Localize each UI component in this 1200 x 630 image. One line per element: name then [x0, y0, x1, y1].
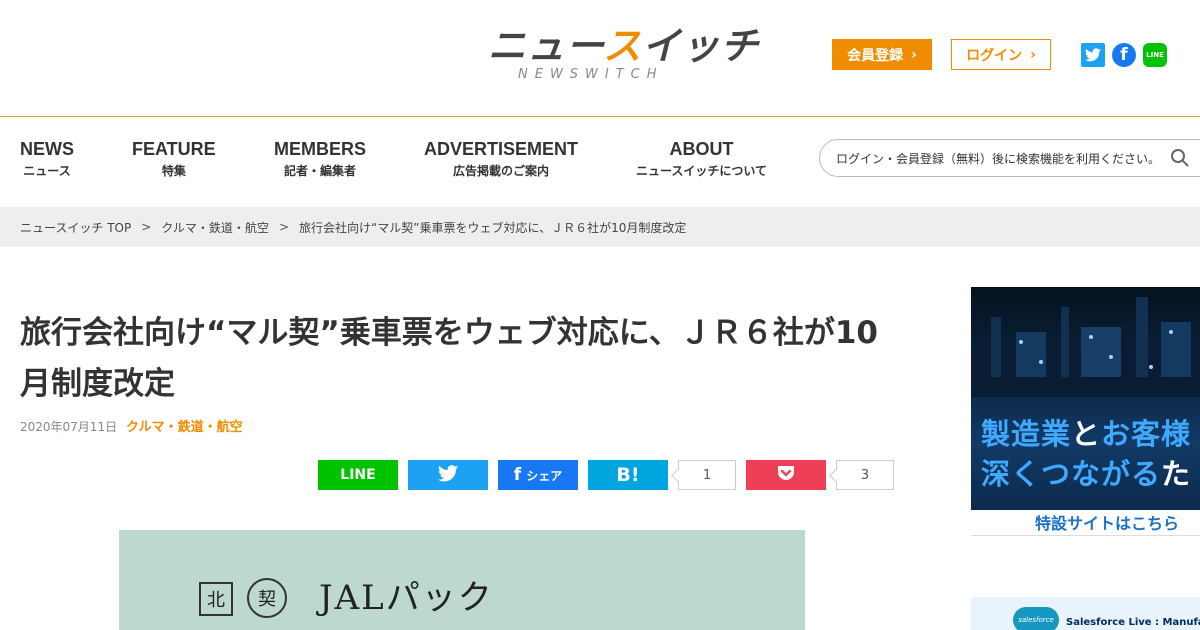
share-twitter-button[interactable] — [408, 460, 488, 490]
ad2-text: Salesforce Live : Manufact — [1066, 617, 1200, 628]
logo-subtext: NEWSWITCH — [518, 67, 664, 82]
breadcrumb-separator: > — [278, 220, 290, 234]
nav-item-about[interactable]: ABOUT ニュースイッチについて — [636, 138, 767, 179]
breadcrumb-item-category[interactable]: クルマ・鉄道・航空 — [161, 219, 269, 236]
ticket-stamp-north: 北 — [199, 582, 233, 616]
search-icon[interactable] — [1170, 148, 1190, 168]
breadcrumb-item-current: 旅行会社向け“マル契”乗車票をウェブ対応に、ＪＲ６社が10月制度改定 — [299, 220, 687, 235]
pocket-count: 3 — [836, 460, 894, 490]
twitter-icon[interactable] — [1081, 43, 1105, 67]
register-button[interactable]: 会員登録 › — [832, 39, 932, 70]
breadcrumb: ニュースイッチ TOP > クルマ・鉄道・航空 > 旅行会社向け“マル契”乗車票… — [0, 207, 1200, 247]
hatena-count: 1 — [678, 460, 736, 490]
article-photo: 北 契 JALパック — [119, 530, 805, 630]
factory-skyline-image — [971, 297, 1200, 397]
site-logo[interactable]: ニュースイッチ NEWSWITCH — [488, 24, 760, 84]
twitter-icon — [438, 464, 458, 486]
ticket-text: JALパック — [319, 578, 494, 618]
share-pocket-button[interactable] — [746, 460, 826, 490]
chevron-right-icon: › — [1030, 46, 1036, 63]
salesforce-logo: salesforce — [1013, 607, 1059, 630]
sidebar-ad-banner[interactable]: 製造業とお客様 深くつながるた — [971, 287, 1200, 510]
article-date: 2020年07月11日 — [20, 420, 118, 434]
ad-caption-link[interactable]: 特設サイトはこちら — [971, 510, 1200, 536]
article-category-link[interactable]: クルマ・鉄道・航空 — [126, 416, 243, 435]
search-input[interactable]: ログイン・会員登録（無料）後に検索機能を利用ください。 — [819, 139, 1200, 177]
facebook-icon: f — [513, 465, 522, 485]
sidebar-ad-salesforce[interactable]: salesforce Salesforce Live : Manufact — [971, 597, 1200, 630]
nav-item-news[interactable]: NEWS ニュース — [20, 138, 74, 179]
ad-headline-2: 深くつながるた — [981, 457, 1192, 491]
login-button[interactable]: ログイン › — [951, 39, 1051, 70]
nav-item-advertisement[interactable]: ADVERTISEMENT 広告掲載のご案内 — [424, 138, 578, 179]
facebook-icon[interactable]: f — [1112, 43, 1136, 67]
share-facebook-button[interactable]: f シェア — [498, 460, 578, 490]
site-header: ニュースイッチ NEWSWITCH 会員登録 › ログイン › f LINE — [0, 0, 1200, 117]
article-title: 旅行会社向け“マル契”乗車票をウェブ対応に、ＪＲ６社が10 月制度改定 — [20, 315, 878, 402]
nav-item-members[interactable]: MEMBERS 記者・編集者 — [274, 138, 366, 179]
breadcrumb-item-top[interactable]: ニュースイッチ TOP — [20, 219, 131, 236]
share-hatena-button[interactable]: B! — [588, 460, 668, 490]
logo-wordmark: ニュースイッチ — [488, 24, 760, 68]
chevron-right-icon: › — [911, 46, 917, 63]
breadcrumb-separator: > — [141, 220, 152, 234]
ticket-stamp-contract: 契 — [247, 578, 287, 618]
ad-headline-1: 製造業とお客様 — [981, 417, 1192, 451]
line-icon[interactable]: LINE — [1143, 43, 1167, 67]
main-nav: NEWS ニュース FEATURE 特集 MEMBERS 記者・編集者 ADVERTI… — [0, 118, 1200, 207]
pocket-icon — [776, 464, 796, 486]
share-line-button[interactable]: LINE — [318, 460, 398, 490]
nav-item-feature[interactable]: FEATURE 特集 — [132, 138, 216, 179]
